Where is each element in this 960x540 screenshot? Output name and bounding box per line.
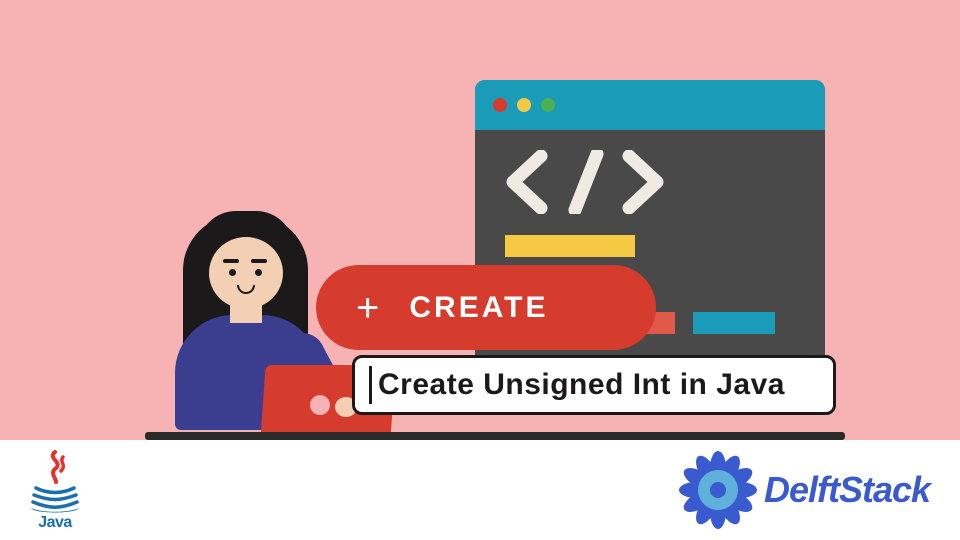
window-titlebar: [475, 80, 825, 130]
code-line-bar: [505, 235, 635, 257]
desk-line: [145, 432, 845, 440]
delftstack-logo-label: DelftStack: [764, 469, 930, 511]
title-input[interactable]: Create Unsigned Int in Java: [352, 355, 836, 415]
plus-icon: +: [356, 288, 379, 328]
java-logo-label: Java: [38, 514, 72, 532]
text-cursor-icon: [369, 366, 372, 404]
create-button[interactable]: + CREATE: [316, 265, 656, 350]
title-text: Create Unsigned Int in Java: [378, 368, 785, 402]
hero-stage: + CREATE Create Unsigned Int in Java: [0, 0, 960, 440]
create-button-label: CREATE: [409, 291, 548, 325]
traffic-light-minimize-icon: [517, 98, 531, 112]
traffic-light-maximize-icon: [541, 98, 555, 112]
code-brackets-icon: [505, 150, 665, 229]
delftstack-logo: DelftStack: [680, 452, 930, 528]
traffic-light-close-icon: [493, 98, 507, 112]
code-line-bar: [693, 312, 775, 334]
mandala-icon: [680, 452, 756, 528]
java-logo-icon: Java: [28, 450, 82, 532]
